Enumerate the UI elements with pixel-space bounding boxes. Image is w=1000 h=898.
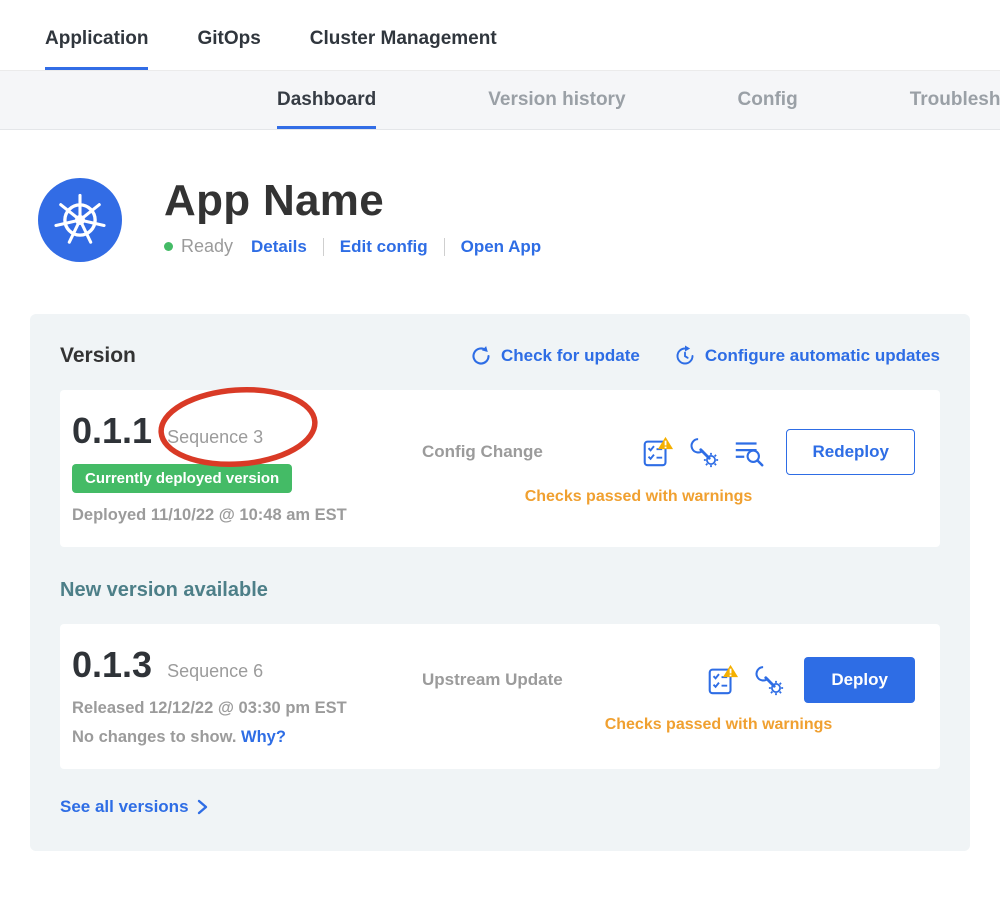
app-header: App Name Ready Details Edit config Open … [0, 130, 1000, 262]
no-changes-text: No changes to show. [72, 728, 236, 746]
check-for-update-link[interactable]: Check for update [470, 345, 640, 367]
current-sequence-label: Sequence 3 [167, 427, 263, 448]
configure-automatic-updates-label: Configure automatic updates [705, 346, 940, 366]
tab-application[interactable]: Application [45, 28, 148, 70]
config-wrench-icon[interactable] [752, 664, 784, 696]
available-checks-status: Checks passed with warnings [392, 716, 915, 734]
tab-gitops[interactable]: GitOps [197, 28, 260, 70]
available-version-number: 0.1.3 [72, 644, 152, 686]
deploy-button[interactable]: Deploy [804, 657, 915, 703]
status-text: Ready [181, 236, 233, 257]
top-nav: Application GitOps Cluster Management [0, 0, 1000, 71]
chevron-right-icon [197, 799, 208, 815]
available-check-icons [705, 663, 784, 697]
see-all-versions-label: See all versions [60, 797, 189, 817]
edit-config-link[interactable]: Edit config [340, 237, 428, 257]
diff-files-icon[interactable] [732, 435, 766, 469]
available-change-type: Upstream Update [422, 670, 563, 690]
version-panel: Version Check for update Configure autom… [30, 314, 970, 851]
scheduled-update-icon[interactable] [674, 345, 696, 367]
current-checks-status: Checks passed with warnings [392, 488, 915, 506]
new-version-heading: New version available [60, 579, 940, 602]
details-link[interactable]: Details [251, 237, 307, 257]
tab-cluster-management[interactable]: Cluster Management [310, 28, 497, 70]
currently-deployed-badge: Currently deployed version [72, 464, 292, 493]
see-all-versions-link[interactable]: See all versions [60, 797, 208, 817]
preflight-checks-icon[interactable] [640, 435, 674, 469]
kubernetes-logo-icon [38, 178, 122, 262]
divider [444, 238, 445, 256]
tab-dashboard[interactable]: Dashboard [277, 89, 376, 129]
preflight-checks-icon[interactable] [705, 663, 739, 697]
check-for-update-label: Check for update [501, 346, 640, 366]
configure-automatic-updates-link[interactable]: Configure automatic updates [674, 345, 940, 367]
page-title: App Name [164, 178, 541, 224]
version-panel-title: Version [60, 344, 136, 368]
config-wrench-icon[interactable] [687, 436, 719, 468]
why-link[interactable]: Why? [241, 728, 286, 746]
redeploy-button[interactable]: Redeploy [786, 429, 915, 475]
app-sub-nav: Dashboard Version history Config Trouble… [0, 71, 1000, 130]
current-version-card: 0.1.1 Sequence 3 Currently deployed vers… [60, 390, 940, 547]
current-change-type: Config Change [422, 442, 543, 462]
refresh-icon[interactable] [470, 345, 492, 367]
status-dot [164, 242, 173, 251]
tab-config[interactable]: Config [738, 89, 798, 129]
tab-troubleshoot[interactable]: Troubleshoot [910, 89, 1000, 129]
tab-version-history[interactable]: Version history [488, 89, 625, 129]
current-check-icons [640, 435, 766, 469]
released-timestamp: Released 12/12/22 @ 03:30 pm EST [72, 699, 392, 718]
deployed-timestamp: Deployed 11/10/22 @ 10:48 am EST [72, 506, 392, 525]
divider [323, 238, 324, 256]
available-sequence-label: Sequence 6 [167, 661, 263, 682]
available-version-card: 0.1.3 Sequence 6 Released 12/12/22 @ 03:… [60, 624, 940, 769]
open-app-link[interactable]: Open App [461, 237, 542, 257]
current-version-number: 0.1.1 [72, 410, 152, 452]
